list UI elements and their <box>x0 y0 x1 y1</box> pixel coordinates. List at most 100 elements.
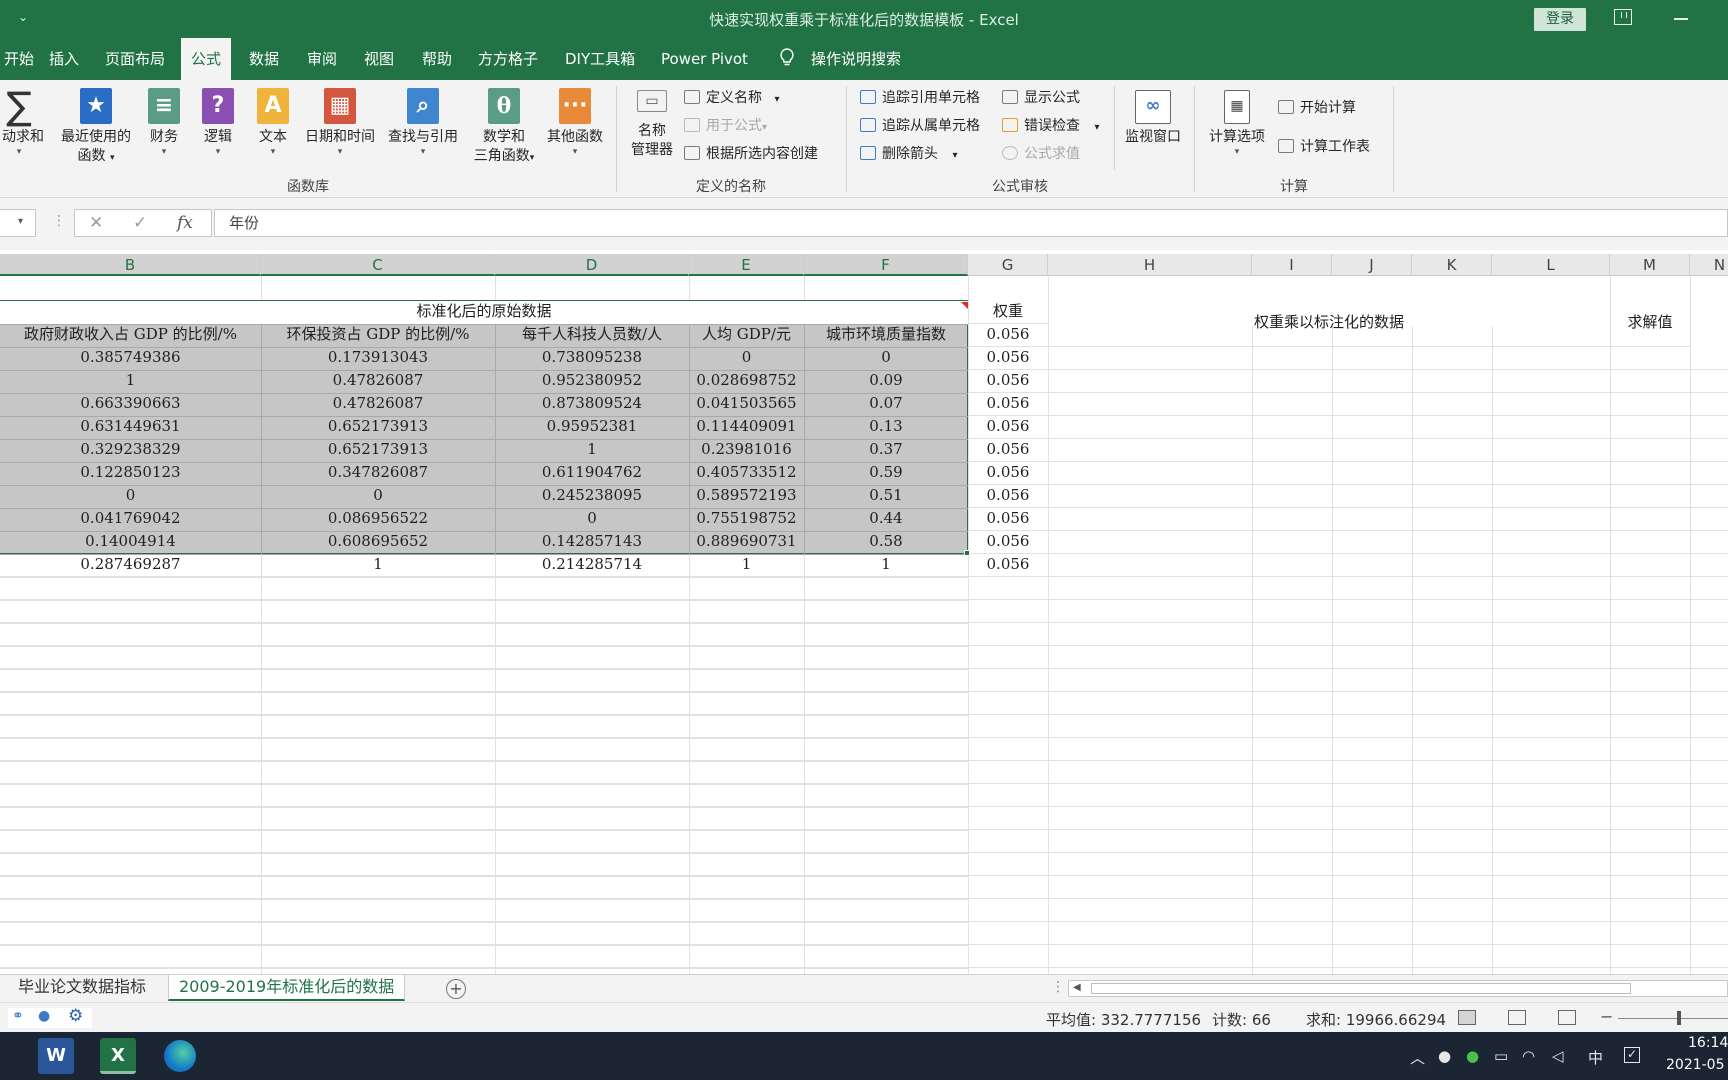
cell-env-investment[interactable]: 0.652173913 <box>261 438 495 461</box>
cancel-icon[interactable]: ✕ <box>89 213 103 233</box>
cell-gdp-per-capita[interactable]: 0 <box>689 346 804 369</box>
speaker-icon[interactable]: ◁ <box>1552 1047 1564 1065</box>
weight-cell[interactable]: 0.056 <box>968 323 1048 346</box>
logical-button[interactable]: ? 逻辑 ▾ <box>198 88 238 157</box>
weighted-data-header[interactable]: 权重乘以标注化的数据 <box>1048 311 1610 334</box>
column-header-m[interactable]: M <box>1610 254 1690 276</box>
calculate-sheet-button[interactable]: 计算工作表 <box>1278 137 1370 157</box>
cell-gov-revenue[interactable]: 0.041769042 <box>0 507 261 530</box>
calculation-options-button[interactable]: ▦ 计算选项 ▾ <box>1204 90 1270 157</box>
header-cell-env-investment[interactable]: 环保投资占 GDP 的比例/% <box>261 323 495 346</box>
minimize-icon[interactable] <box>1674 18 1688 20</box>
merged-title[interactable]: 标准化后的原始数据 <box>0 300 968 323</box>
formula-input[interactable]: 年份 <box>214 209 1728 237</box>
excel-app-icon[interactable]: X <box>100 1038 136 1074</box>
zoom-out-icon[interactable]: − <box>1600 1007 1613 1026</box>
formula-bar-grip-icon[interactable]: ⋮ <box>52 213 66 229</box>
cell-env-quality[interactable]: 1 <box>804 553 968 576</box>
cell-gov-revenue[interactable]: 1 <box>0 369 261 392</box>
cell-env-investment[interactable]: 0.608695652 <box>261 530 495 553</box>
cell-weight[interactable]: 0.056 <box>968 369 1048 392</box>
cell-weight[interactable]: 0.056 <box>968 415 1048 438</box>
calculate-now-button[interactable]: 开始计算 <box>1278 98 1356 118</box>
battery-icon[interactable]: ▭ <box>1494 1047 1508 1065</box>
recently-used-button[interactable]: ★ 最近使用的 函数 ▾ <box>58 88 134 168</box>
column-header-c[interactable]: C <box>261 254 495 276</box>
cell-env-quality[interactable]: 0.37 <box>804 438 968 461</box>
date-time-button[interactable]: ▦ 日期和时间 ▾ <box>302 88 378 157</box>
cell-gdp-per-capita[interactable]: 1 <box>689 553 804 576</box>
gear-icon[interactable]: ⚙ <box>68 1006 83 1026</box>
tab-formulas[interactable]: 公式 <box>181 38 232 80</box>
login-button[interactable]: 登录 <box>1534 8 1586 31</box>
chevron-up-icon[interactable]: ︿ <box>1410 1047 1425 1068</box>
page-break-view-icon[interactable] <box>1558 1010 1576 1025</box>
edge-browser-icon[interactable] <box>164 1040 196 1072</box>
column-header-j[interactable]: J <box>1332 254 1412 276</box>
cell-gdp-per-capita[interactable]: 0.889690731 <box>689 530 804 553</box>
header-cell-tech-staff[interactable]: 每千人科技人员数/人 <box>495 323 689 346</box>
cell-gdp-per-capita[interactable]: 0.589572193 <box>689 484 804 507</box>
cell-env-quality[interactable]: 0 <box>804 346 968 369</box>
cell-env-quality[interactable]: 0.51 <box>804 484 968 507</box>
cell-env-quality[interactable]: 0.58 <box>804 530 968 553</box>
show-formulas-button[interactable]: 显示公式 <box>1002 88 1080 108</box>
cell-tech-staff[interactable]: 0.611904762 <box>495 461 689 484</box>
tell-me-search[interactable]: 操作说明搜索 <box>801 38 911 80</box>
cell-env-quality[interactable]: 0.59 <box>804 461 968 484</box>
sheet-tab-standardized-data[interactable]: 2009-2019年标准化后的数据 <box>168 975 406 1001</box>
cell-gov-revenue[interactable]: 0.385749386 <box>0 346 261 369</box>
cell-gov-revenue[interactable]: 0.329238329 <box>0 438 261 461</box>
ime-indicator[interactable]: 中 <box>1588 1047 1603 1068</box>
cell-tech-staff[interactable]: 0.738095238 <box>495 346 689 369</box>
cell-env-investment[interactable]: 0.173913043 <box>261 346 495 369</box>
cell-env-quality[interactable]: 0.13 <box>804 415 968 438</box>
wechat-icon[interactable]: ● <box>1466 1047 1479 1065</box>
cell-env-investment[interactable]: 0.086956522 <box>261 507 495 530</box>
cell-env-investment[interactable]: 0.652173913 <box>261 415 495 438</box>
cell-gdp-per-capita[interactable]: 0.114409091 <box>689 415 804 438</box>
cell-weight[interactable]: 0.056 <box>968 392 1048 415</box>
cell-tech-staff[interactable]: 0.952380952 <box>495 369 689 392</box>
cell-env-quality[interactable]: 0.07 <box>804 392 968 415</box>
autosum-button[interactable]: ∑ 自动求和 ▾ <box>0 87 46 157</box>
cell-env-investment[interactable]: 1 <box>261 553 495 576</box>
tab-data[interactable]: 数据 <box>239 38 289 80</box>
header-cell-gov-revenue[interactable]: 政府财政收入占 GDP 的比例/% <box>0 323 261 346</box>
weight-header[interactable]: 权重 <box>968 300 1048 323</box>
tab-diy-toolbox[interactable]: DIY工具箱 <box>555 38 645 80</box>
tab-help[interactable]: 帮助 <box>412 38 462 80</box>
tab-page-layout[interactable]: 页面布局 <box>95 38 175 80</box>
cell-gdp-per-capita[interactable]: 0.028698752 <box>689 369 804 392</box>
cell-gov-revenue[interactable]: 0.663390663 <box>0 392 261 415</box>
cell-weight[interactable]: 0.056 <box>968 530 1048 553</box>
insert-function-icon[interactable]: fx <box>177 213 193 233</box>
cell-tech-staff[interactable]: 1 <box>495 438 689 461</box>
tab-insert[interactable]: 插入 <box>39 38 89 80</box>
watch-window-button[interactable]: ∞ 监视窗口 <box>1120 90 1186 147</box>
cell-env-investment[interactable]: 0 <box>261 484 495 507</box>
cell-gdp-per-capita[interactable]: 0.23981016 <box>689 438 804 461</box>
cell-env-investment[interactable]: 0.47826087 <box>261 392 495 415</box>
cell-env-investment[interactable]: 0.347826087 <box>261 461 495 484</box>
horizontal-scrollbar[interactable]: ◀ <box>1068 980 1728 997</box>
clock-time[interactable]: 16:14 <box>1688 1035 1728 1051</box>
cell-gov-revenue[interactable]: 0 <box>0 484 261 507</box>
trace-dependents-button[interactable]: 追踪从属单元格 <box>860 116 980 136</box>
sheet-tab-thesis-indicators[interactable]: 毕业论文数据指标 <box>8 975 156 1001</box>
clock-date[interactable]: 2021-05 <box>1666 1057 1725 1073</box>
column-header-g[interactable]: G <box>968 254 1048 276</box>
wifi-icon[interactable]: ◠ <box>1522 1047 1535 1065</box>
financial-button[interactable]: ≡ 财务 ▾ <box>144 88 184 157</box>
page-layout-view-icon[interactable] <box>1508 1010 1526 1025</box>
trace-precedents-button[interactable]: 追踪引用单元格 <box>860 88 980 108</box>
evaluate-formula-button[interactable]: 公式求值 <box>1002 144 1080 164</box>
ribbon-display-options-icon[interactable] <box>1614 9 1632 25</box>
tab-home[interactable]: 开始 <box>0 38 44 80</box>
cell-tech-staff[interactable]: 0.873809524 <box>495 392 689 415</box>
cell-weight[interactable]: 0.056 <box>968 461 1048 484</box>
define-name-button[interactable]: 定义名称 ▾ <box>684 88 779 110</box>
cell-env-investment[interactable]: 0.47826087 <box>261 369 495 392</box>
cell-weight[interactable]: 0.056 <box>968 507 1048 530</box>
cell-gov-revenue[interactable]: 0.631449631 <box>0 415 261 438</box>
